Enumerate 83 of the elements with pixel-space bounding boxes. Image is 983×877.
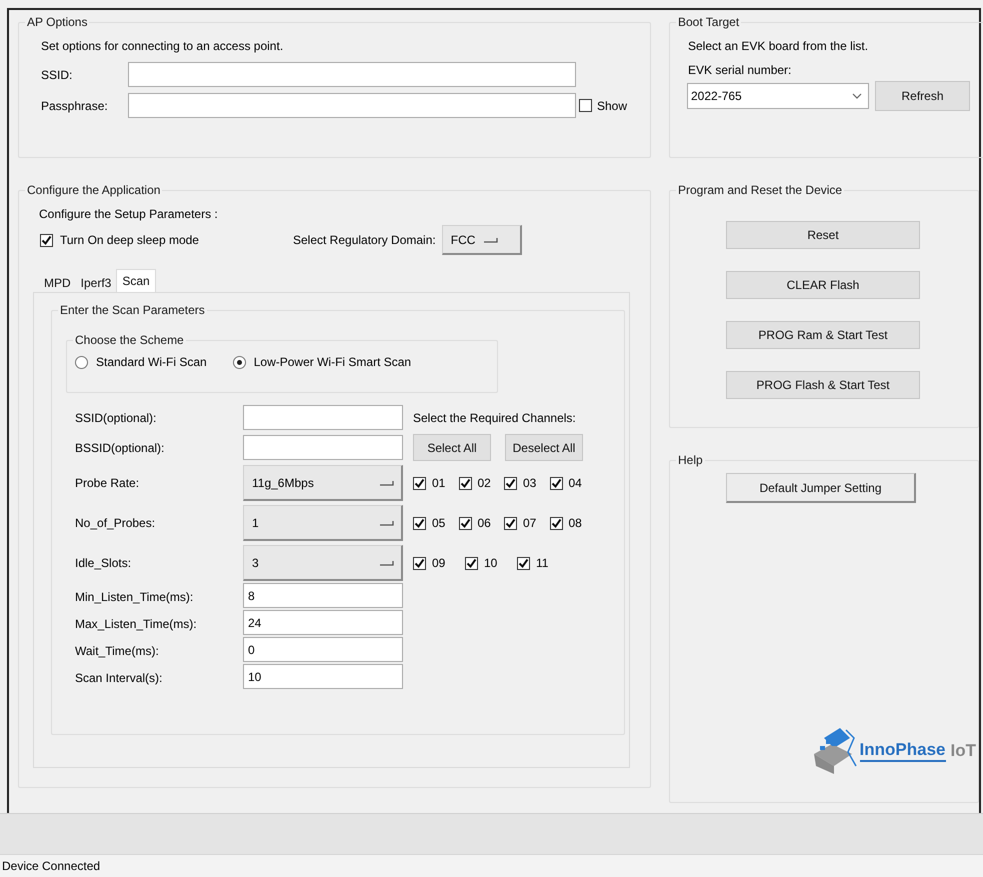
checkbox-label: 10 <box>484 556 498 570</box>
checkbox-label: 09 <box>432 556 446 570</box>
description-text: Select an EVK board from the list. <box>688 39 870 53</box>
input-field[interactable]: 8 <box>243 583 403 608</box>
button[interactable]: Reset <box>726 221 920 249</box>
checkbox-label: 03 <box>523 476 536 490</box>
checkbox[interactable] <box>413 476 426 490</box>
group-title: Help <box>677 453 704 467</box>
group-title: Choose the Scheme <box>74 333 185 347</box>
checkbox[interactable] <box>458 516 472 530</box>
field-label: Select Regulatory Domain: <box>293 233 436 247</box>
field-label: EVK serial number: <box>688 63 792 77</box>
radio-label: Low-Power Wi-Fi Smart Scan <box>254 355 412 369</box>
button[interactable]: PROG Ram & Start Test <box>726 321 920 349</box>
group-title: Program and Reset the Device <box>677 183 844 197</box>
checkbox[interactable] <box>504 476 517 490</box>
input-field[interactable] <box>243 405 403 430</box>
field-label: Scan Interval(s): <box>75 670 164 684</box>
tab[interactable]: MPD <box>39 273 76 292</box>
dropdown[interactable]: 1 <box>243 505 403 541</box>
checkbox[interactable] <box>550 476 562 490</box>
field-label: No_of_Probes: <box>75 516 156 530</box>
field-label: SSID(optional): <box>75 410 158 424</box>
checkbox[interactable] <box>504 516 517 530</box>
field-label: Idle_Slots: <box>75 556 132 570</box>
radio-label: Standard Wi-Fi Scan <box>96 355 207 369</box>
checkbox-label: 04 <box>568 476 582 490</box>
checkbox[interactable] <box>413 516 426 530</box>
dropdown[interactable]: FCC <box>442 225 522 255</box>
group-title: Configure the Application <box>26 183 162 197</box>
checkbox-label: 02 <box>478 476 491 490</box>
checkbox-label: 01 <box>432 476 446 490</box>
status-text: Device Connected <box>2 859 100 873</box>
button[interactable]: Deselect All <box>505 434 583 461</box>
field-label: Max_Listen_Time(ms): <box>75 616 198 630</box>
input-field[interactable] <box>128 62 576 87</box>
logo-icon <box>812 726 858 776</box>
checkbox[interactable] <box>458 476 472 490</box>
checkbox-label: 08 <box>568 516 582 530</box>
checkbox-label: 06 <box>478 516 491 530</box>
field-label: SSID: <box>41 68 74 82</box>
checkbox[interactable] <box>40 234 53 246</box>
group-title: Enter the Scan Parameters <box>59 303 206 317</box>
group-title: Boot Target <box>677 15 740 29</box>
brand-suffix: IoT <box>950 741 976 761</box>
field-label: Probe Rate: <box>75 476 140 490</box>
button[interactable]: PROG Flash & Start Test <box>726 371 920 399</box>
checkbox-label: Show <box>597 98 628 112</box>
button[interactable]: Select All <box>413 434 491 461</box>
field-label: Passphrase: <box>41 98 109 112</box>
refresh-button[interactable]: Refresh <box>875 81 970 111</box>
dropdown[interactable]: 3 <box>243 545 403 581</box>
description-text: Set options for connecting to an access point. <box>41 39 284 53</box>
radio-button[interactable] <box>232 356 246 368</box>
checkbox[interactable] <box>579 99 592 112</box>
checkbox-label: 05 <box>432 516 446 530</box>
field-label: Min_Listen_Time(ms): <box>75 590 194 604</box>
field-label: Wait_Time(ms): <box>75 644 160 658</box>
input-field[interactable]: 10 <box>243 664 403 689</box>
checkbox[interactable] <box>517 556 530 570</box>
button[interactable]: CLEAR Flash <box>726 271 920 299</box>
dropdown[interactable]: 11g_6Mbps <box>243 465 403 501</box>
input-field[interactable]: 24 <box>243 610 403 635</box>
checkbox[interactable] <box>413 556 426 570</box>
checkbox-label: Turn On deep sleep mode <box>60 233 200 247</box>
chevron-down-icon <box>852 93 862 99</box>
checkbox[interactable] <box>550 516 562 530</box>
input-field[interactable] <box>128 93 576 118</box>
checkbox[interactable] <box>465 556 478 570</box>
checkbox-label: 07 <box>523 516 536 530</box>
input-field[interactable] <box>243 435 403 460</box>
tab[interactable]: Scan <box>116 269 156 292</box>
combo-box[interactable]: 2022-765 <box>687 83 869 109</box>
field-label: BSSID(optional): <box>75 440 166 454</box>
section-subtitle: Configure the Setup Parameters : <box>39 207 219 221</box>
section-label: Select the Required Channels: <box>413 410 577 424</box>
group-title: AP Options <box>26 15 88 29</box>
button[interactable]: Default Jumper Setting <box>726 473 916 503</box>
tab[interactable]: Iperf3 <box>76 273 116 292</box>
input-field[interactable]: 0 <box>243 637 403 662</box>
checkbox-label: 11 <box>536 556 548 570</box>
radio-button[interactable] <box>75 356 88 368</box>
brand-name: InnoPhase <box>860 740 946 762</box>
